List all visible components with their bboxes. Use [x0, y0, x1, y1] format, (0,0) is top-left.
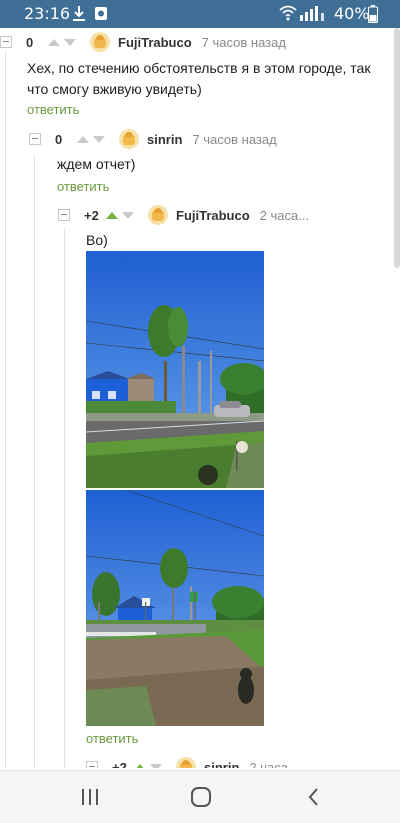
- wifi-icon: [279, 5, 297, 25]
- avatar[interactable]: [176, 757, 196, 768]
- comment-rating: +2: [84, 207, 99, 223]
- upvote-icon[interactable]: [77, 135, 89, 143]
- reply-link[interactable]: ответить: [86, 731, 138, 746]
- thread-line: [34, 154, 35, 768]
- download-icon: [72, 5, 86, 27]
- attached-photo[interactable]: [86, 490, 264, 726]
- status-time: 23:16: [24, 4, 71, 23]
- app-notification-icon: [94, 5, 108, 27]
- comment-rating: +2: [112, 759, 127, 769]
- downvote-icon[interactable]: [93, 135, 105, 143]
- comment-author[interactable]: sinrin: [147, 132, 182, 147]
- comment-time: 7 часов назад: [201, 34, 286, 50]
- avatar[interactable]: [119, 129, 139, 149]
- scrollbar[interactable]: [394, 28, 400, 268]
- status-bar: 23:16 40%: [0, 0, 400, 28]
- thread-line: [64, 228, 65, 768]
- reply-link[interactable]: ответить: [57, 179, 109, 194]
- avatar[interactable]: [148, 205, 168, 225]
- comment-time: 2 часа: [249, 759, 288, 769]
- navigation-bar: [0, 770, 400, 823]
- comment-header: +2 sinrin 2 часа: [86, 754, 288, 768]
- comment-rating: 0: [55, 131, 63, 147]
- comment-header: +2 FujiTrabuco 2 часа...: [58, 202, 309, 228]
- reply-link[interactable]: ответить: [27, 102, 79, 117]
- comment-time: 7 часов назад: [192, 131, 277, 147]
- downvote-icon[interactable]: [64, 38, 76, 46]
- comment-text: Хех, по стечению обстоятельств я в этом …: [27, 60, 371, 97]
- home-icon[interactable]: [171, 771, 231, 823]
- comment-header: 0 FujiTrabuco 7 часов назад: [0, 29, 286, 55]
- comment-author[interactable]: sinrin: [204, 760, 239, 769]
- downvote-icon[interactable]: [122, 211, 134, 219]
- collapse-button[interactable]: [58, 209, 70, 221]
- collapse-button[interactable]: [29, 133, 41, 145]
- battery-icon: [368, 5, 378, 27]
- back-icon[interactable]: [284, 771, 344, 823]
- recent-apps-icon[interactable]: [60, 771, 120, 823]
- attached-photo[interactable]: [86, 251, 264, 488]
- upvote-icon[interactable]: [106, 211, 118, 219]
- comment-author[interactable]: FujiTrabuco: [176, 208, 250, 223]
- battery-percent: 40%: [334, 4, 370, 23]
- thread-line: [5, 50, 6, 768]
- collapse-button[interactable]: [86, 761, 98, 768]
- collapse-button[interactable]: [0, 36, 12, 48]
- comments-thread: 0 FujiTrabuco 7 часов назад Хех, по стеч…: [0, 28, 400, 768]
- downvote-icon[interactable]: [150, 763, 162, 768]
- upvote-icon[interactable]: [48, 38, 60, 46]
- signal-icon: [300, 5, 328, 25]
- comment-author[interactable]: FujiTrabuco: [118, 35, 192, 50]
- comment-header: 0 sinrin 7 часов назад: [29, 126, 277, 152]
- comment-rating: 0: [26, 34, 34, 50]
- upvote-icon[interactable]: [134, 763, 146, 768]
- comment-text: Во): [86, 232, 108, 248]
- avatar[interactable]: [90, 32, 110, 52]
- comment-time: 2 часа...: [259, 207, 310, 223]
- comment-text: ждем отчет): [57, 156, 136, 172]
